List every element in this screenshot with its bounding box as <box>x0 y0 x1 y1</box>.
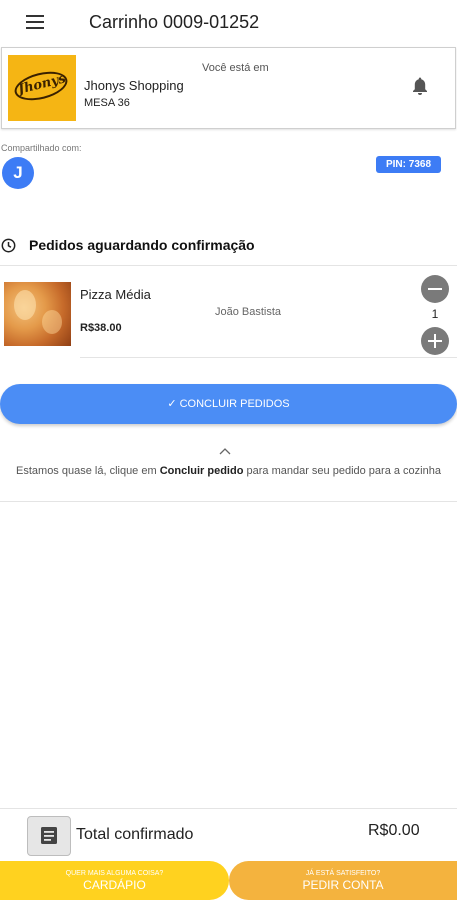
chevron-up-icon <box>219 448 231 455</box>
bell-icon[interactable] <box>411 76 429 96</box>
divider <box>0 808 457 809</box>
minus-icon <box>428 288 442 290</box>
shared-with-label: Compartilhado com: <box>1 143 82 153</box>
order-item: Pizza Média R$38.00 João Bastista 1 <box>0 266 457 358</box>
receipt-icon <box>41 827 57 844</box>
order-item-name: Pizza Média <box>80 287 151 302</box>
pin-badge: PIN: 7368 <box>376 156 441 173</box>
request-bill-button[interactable]: JÁ ESTÁ SATISFEITO? PEDIR CONTA <box>229 861 457 900</box>
decrease-quantity-button[interactable] <box>421 275 449 303</box>
order-item-customer: João Bastista <box>215 306 282 318</box>
divider <box>80 357 457 358</box>
order-item-price: R$38.00 <box>80 322 122 334</box>
request-bill-label: PEDIR CONTA <box>302 878 384 892</box>
hint-highlight: Concluir pedido <box>159 465 244 477</box>
store-name: Jhonys Shopping <box>84 78 184 93</box>
store-card: Jhonys Você está em Jhonys Shopping MESA… <box>1 47 456 129</box>
conclude-orders-button[interactable]: ✓ CONCLUIR PEDIDOS <box>0 384 457 424</box>
pending-orders-header: Pedidos aguardando confirmação <box>0 234 457 264</box>
pizza-image <box>4 282 71 346</box>
page-title: Carrinho 0009-01252 <box>89 12 260 32</box>
menu-button-label: CARDÁPIO <box>83 878 146 892</box>
receipt-button[interactable] <box>27 816 71 856</box>
menu-icon[interactable] <box>26 15 46 31</box>
hint-text: Estamos quase lá, clique em Concluir ped… <box>16 465 441 477</box>
avatar[interactable]: J <box>2 157 34 189</box>
total-value: R$0.00 <box>368 822 420 839</box>
request-bill-caption: JÁ ESTÁ SATISFEITO? <box>305 870 381 877</box>
table-label: MESA 36 <box>84 97 130 109</box>
you-are-in-label: Você está em <box>202 62 269 74</box>
clock-icon <box>1 238 16 253</box>
total-label: Total confirmado <box>76 826 194 843</box>
pending-orders-title: Pedidos aguardando confirmação <box>29 237 255 253</box>
store-logo: Jhonys <box>8 55 76 121</box>
app-bar: Carrinho 0009-01252 <box>0 0 457 46</box>
increase-quantity-button[interactable] <box>421 327 449 355</box>
quantity-value: 1 <box>431 307 439 321</box>
menu-button-caption: QUER MAIS ALGUMA COISA? <box>65 870 164 877</box>
divider <box>0 501 457 502</box>
menu-button[interactable]: QUER MAIS ALGUMA COISA? CARDÁPIO <box>0 861 229 900</box>
